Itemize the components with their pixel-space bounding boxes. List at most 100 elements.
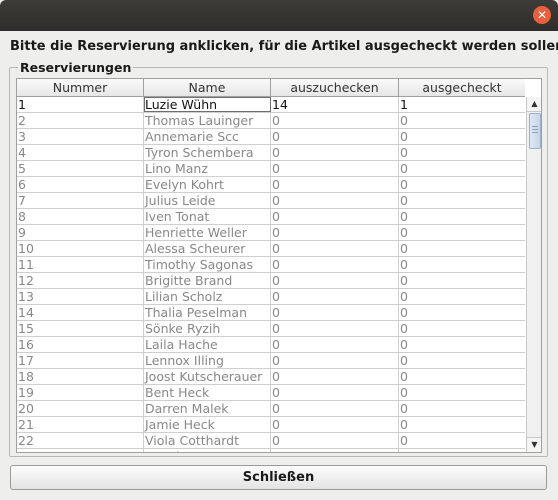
- cell-auszuchecken[interactable]: 0: [271, 161, 399, 176]
- cell-auszuchecken[interactable]: 0: [271, 273, 399, 288]
- cell-nummer[interactable]: 2: [17, 113, 144, 128]
- scroll-up-icon[interactable]: ▲: [527, 97, 541, 112]
- cell-auszuchecken[interactable]: 0: [271, 369, 399, 384]
- window-close-icon[interactable]: ✕: [533, 6, 551, 24]
- cell-ausgecheckt[interactable]: 1: [399, 97, 525, 112]
- cell-auszuchecken[interactable]: 0: [271, 353, 399, 368]
- cell-ausgecheckt[interactable]: 0: [399, 161, 525, 176]
- cell-ausgecheckt[interactable]: 0: [399, 241, 525, 256]
- cell-nummer[interactable]: 14: [17, 305, 144, 320]
- cell-nummer[interactable]: 20: [17, 401, 144, 416]
- cell-auszuchecken[interactable]: 0: [271, 257, 399, 272]
- table-row[interactable]: 14 Thalia Peselman 0 0: [17, 305, 525, 321]
- cell-auszuchecken[interactable]: 0: [271, 193, 399, 208]
- cell-nummer[interactable]: 11: [17, 257, 144, 272]
- cell-name[interactable]: Luzie Wühn: [144, 97, 271, 112]
- cell-nummer[interactable]: 6: [17, 177, 144, 192]
- cell-nummer[interactable]: 9: [17, 225, 144, 240]
- table-row[interactable]: 8 Iven Tonat 0 0: [17, 209, 525, 225]
- cell-auszuchecken[interactable]: 0: [271, 449, 399, 452]
- table-row[interactable]: 10 Alessa Scheurer 0 0: [17, 241, 525, 257]
- column-header-auszuchecken[interactable]: auszuchecken: [271, 79, 399, 96]
- cell-name[interactable]: Lino Manz: [144, 161, 271, 176]
- cell-nummer[interactable]: 21: [17, 417, 144, 432]
- table-row[interactable]: 12 Brigitte Brand 0 0: [17, 273, 525, 289]
- cell-ausgecheckt[interactable]: 0: [399, 193, 525, 208]
- cell-nummer[interactable]: 17: [17, 353, 144, 368]
- cell-auszuchecken[interactable]: 0: [271, 417, 399, 432]
- table-row[interactable]: 19 Bent Heck 0 0: [17, 385, 525, 401]
- table-row[interactable]: 1 Luzie Wühn 14 1: [17, 97, 525, 113]
- cell-name[interactable]: Henriette Weller: [144, 225, 271, 240]
- cell-ausgecheckt[interactable]: 0: [399, 353, 525, 368]
- table-row[interactable]: 23Svenja Peter00: [17, 449, 525, 452]
- cell-nummer[interactable]: 3: [17, 129, 144, 144]
- table-scrollbar[interactable]: ▲ ▼: [526, 97, 541, 452]
- table-row[interactable]: 21 Jamie Heck 0 0: [17, 417, 525, 433]
- cell-auszuchecken[interactable]: 0: [271, 401, 399, 416]
- table-row[interactable]: 18 Joost Kutscherauer 0 0: [17, 369, 525, 385]
- table-row[interactable]: 9 Henriette Weller 0 0: [17, 225, 525, 241]
- table-row[interactable]: 22 Viola Cotthardt 0 0: [17, 433, 525, 449]
- cell-auszuchecken[interactable]: 0: [271, 321, 399, 336]
- table-row[interactable]: 15 Sönke Ryzih 0 0: [17, 321, 525, 337]
- cell-auszuchecken[interactable]: 0: [271, 289, 399, 304]
- cell-ausgecheckt[interactable]: 0: [399, 401, 525, 416]
- cell-nummer[interactable]: 15: [17, 321, 144, 336]
- cell-name[interactable]: Lennox Illing: [144, 353, 271, 368]
- cell-ausgecheckt[interactable]: 0: [399, 433, 525, 448]
- table-row[interactable]: 16 Laila Hache 0 0: [17, 337, 525, 353]
- cell-name[interactable]: Julius Leide: [144, 193, 271, 208]
- cell-ausgecheckt[interactable]: 0: [399, 369, 525, 384]
- cell-name[interactable]: Jamie Heck: [144, 417, 271, 432]
- cell-nummer[interactable]: 10: [17, 241, 144, 256]
- cell-name[interactable]: Annemarie Scc: [144, 129, 271, 144]
- cell-name[interactable]: Svenja Peter: [144, 449, 271, 452]
- cell-nummer[interactable]: 22: [17, 433, 144, 448]
- cell-ausgecheckt[interactable]: 0: [399, 225, 525, 240]
- cell-auszuchecken[interactable]: 0: [271, 129, 399, 144]
- cell-ausgecheckt[interactable]: 0: [399, 337, 525, 352]
- cell-nummer[interactable]: 4: [17, 145, 144, 160]
- cell-ausgecheckt[interactable]: 0: [399, 257, 525, 272]
- cell-name[interactable]: Timothy Sagonas: [144, 257, 271, 272]
- cell-auszuchecken[interactable]: 0: [271, 177, 399, 192]
- cell-name[interactable]: Tyron Schembera: [144, 145, 271, 160]
- cell-ausgecheckt[interactable]: 0: [399, 177, 525, 192]
- cell-nummer[interactable]: 16: [17, 337, 144, 352]
- cell-nummer[interactable]: 19: [17, 385, 144, 400]
- cell-name[interactable]: Thomas Lauinger: [144, 113, 271, 128]
- cell-auszuchecken[interactable]: 0: [271, 305, 399, 320]
- cell-auszuchecken[interactable]: 0: [271, 337, 399, 352]
- column-header-ausgecheckt[interactable]: ausgecheckt: [399, 79, 525, 96]
- cell-name[interactable]: Brigitte Brand: [144, 273, 271, 288]
- cell-ausgecheckt[interactable]: 0: [399, 417, 525, 432]
- cell-auszuchecken[interactable]: 14: [271, 97, 399, 112]
- cell-name[interactable]: Iven Tonat: [144, 209, 271, 224]
- cell-auszuchecken[interactable]: 0: [271, 145, 399, 160]
- cell-auszuchecken[interactable]: 0: [271, 241, 399, 256]
- cell-auszuchecken[interactable]: 0: [271, 225, 399, 240]
- scroll-down-icon[interactable]: ▼: [527, 437, 541, 452]
- table-row[interactable]: 5 Lino Manz 0 0: [17, 161, 525, 177]
- cell-name[interactable]: Joost Kutscherauer: [144, 369, 271, 384]
- cell-ausgecheckt[interactable]: 0: [399, 209, 525, 224]
- cell-nummer[interactable]: 7: [17, 193, 144, 208]
- cell-name[interactable]: Lilian Scholz: [144, 289, 271, 304]
- cell-nummer[interactable]: 13: [17, 289, 144, 304]
- table-row[interactable]: 4 Tyron Schembera 0 0: [17, 145, 525, 161]
- table-row[interactable]: 20 Darren Malek 0 0: [17, 401, 525, 417]
- cell-ausgecheckt[interactable]: 0: [399, 113, 525, 128]
- cell-ausgecheckt[interactable]: 0: [399, 321, 525, 336]
- table-row[interactable]: 2 Thomas Lauinger 0 0: [17, 113, 525, 129]
- table-row[interactable]: 3 Annemarie Scc 0 0: [17, 129, 525, 145]
- cell-ausgecheckt[interactable]: 0: [399, 305, 525, 320]
- cell-nummer[interactable]: 5: [17, 161, 144, 176]
- cell-auszuchecken[interactable]: 0: [271, 209, 399, 224]
- cell-name[interactable]: Thalia Peselman: [144, 305, 271, 320]
- cell-nummer[interactable]: 8: [17, 209, 144, 224]
- cell-auszuchecken[interactable]: 0: [271, 113, 399, 128]
- cell-name[interactable]: Viola Cotthardt: [144, 433, 271, 448]
- cell-nummer[interactable]: 12: [17, 273, 144, 288]
- column-header-name[interactable]: Name: [144, 79, 271, 96]
